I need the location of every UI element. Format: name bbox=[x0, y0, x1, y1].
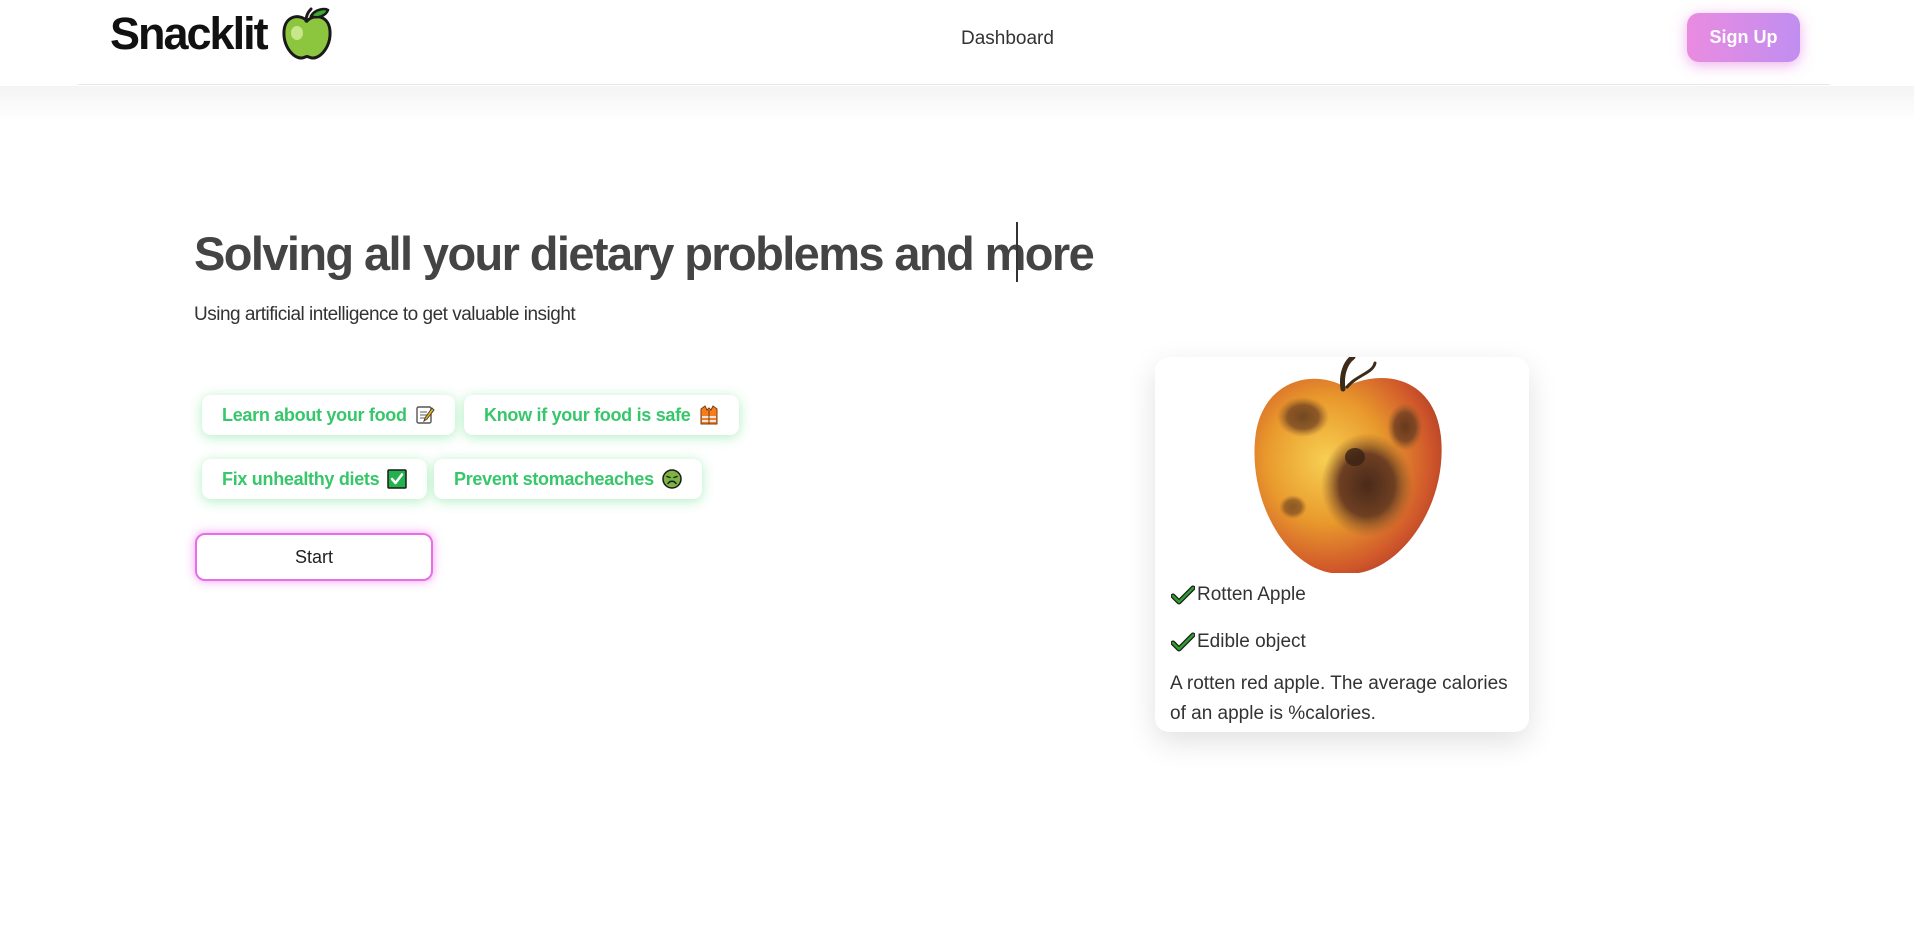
chip-label: Prevent stomacheaches bbox=[454, 468, 654, 489]
chip-label: Fix unhealthy diets bbox=[222, 468, 380, 489]
nav-link-dashboard[interactable]: Dashboard bbox=[961, 28, 1054, 50]
feature-chip-learn[interactable]: Learn about your food bbox=[202, 395, 455, 435]
safety-vest-icon bbox=[700, 405, 718, 425]
sign-up-button[interactable]: Sign Up bbox=[1687, 13, 1800, 62]
chip-label: Learn about your food bbox=[222, 404, 407, 425]
rotten-apple-image bbox=[1254, 357, 1442, 573]
feature-chip-stomach[interactable]: Prevent stomacheaches bbox=[434, 459, 702, 499]
brand[interactable]: Snacklit bbox=[110, 6, 333, 62]
result-item: Rotten Apple bbox=[1171, 584, 1306, 606]
result-item-label: Rotten Apple bbox=[1197, 584, 1306, 605]
result-item-label: Edible object bbox=[1197, 631, 1306, 652]
check-box-icon bbox=[387, 469, 408, 489]
navbar-shadow bbox=[0, 86, 1914, 122]
top-navbar: Snacklit Dashboard Sign Up bbox=[78, 0, 1830, 85]
start-button[interactable]: Start bbox=[195, 533, 433, 581]
hero-title: Solving all your dietary problems and mo… bbox=[194, 227, 1095, 280]
text-cursor bbox=[1016, 222, 1018, 282]
check-mark-icon bbox=[1171, 632, 1195, 652]
result-description: A rotten red apple. The average calories… bbox=[1170, 673, 1508, 724]
result-card: Rotten Apple Edible object A rotten red … bbox=[1155, 357, 1529, 732]
feature-chip-diets[interactable]: Fix unhealthy diets bbox=[202, 459, 428, 499]
memo-icon bbox=[416, 406, 435, 424]
result-item: Edible object bbox=[1171, 631, 1306, 653]
green-apple-icon bbox=[282, 7, 332, 60]
feature-chip-safety[interactable]: Know if your food is safe bbox=[464, 395, 739, 435]
brand-name[interactable]: Snacklit bbox=[110, 6, 269, 62]
check-mark-icon bbox=[1171, 585, 1195, 605]
chip-label: Know if your food is safe bbox=[484, 404, 691, 425]
hero-subtitle: Using artificial intelligence to get val… bbox=[194, 304, 576, 325]
nauseated-face-icon bbox=[662, 469, 682, 489]
